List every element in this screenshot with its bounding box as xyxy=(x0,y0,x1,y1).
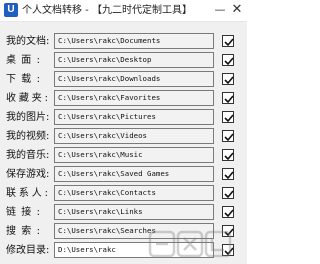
row-label: 我的文档: xyxy=(6,36,50,47)
row-change-directory: 修改目录: D:\Users\rakc xyxy=(0,242,247,259)
include-checkbox[interactable] xyxy=(222,73,234,85)
include-checkbox[interactable] xyxy=(222,130,234,142)
row-links: 链接: C:\Users\rakc\Links xyxy=(0,204,247,221)
path-field-searches[interactable]: C:\Users\rakc\Searches xyxy=(54,223,214,239)
path-field-pictures[interactable]: C:\Users\rakc\Pictures xyxy=(54,109,214,125)
include-checkbox[interactable] xyxy=(222,92,234,104)
window-title: 个人文档转移 - 【九二时代定制工具】 xyxy=(22,5,192,16)
row-music: 我的音乐: C:\Users\rakc\Music xyxy=(0,147,247,164)
row-documents: 我的文档: C:\Users\rakc\Documents xyxy=(0,33,247,50)
include-checkbox[interactable] xyxy=(222,149,234,161)
row-label: 链接: xyxy=(6,207,40,218)
row-label: 桌面: xyxy=(6,55,40,66)
row-label: 我的音乐: xyxy=(6,150,50,161)
row-favorites: 收藏夹: C:\Users\rakc\Favorites xyxy=(0,90,247,107)
app-icon: U xyxy=(4,3,18,17)
path-field-downloads[interactable]: C:\Users\rakc\Downloads xyxy=(54,71,214,87)
include-checkbox[interactable] xyxy=(222,244,234,256)
include-checkbox[interactable] xyxy=(222,225,234,237)
row-contacts: 联系人: C:\Users\rakc\Contacts xyxy=(0,185,247,202)
path-field-videos[interactable]: C:\Users\rakc\Videos xyxy=(54,128,214,144)
title-bar: U 个人文档转移 - 【九二时代定制工具】 — ✕ xyxy=(0,0,247,22)
target-directory-input[interactable]: D:\Users\rakc xyxy=(54,242,214,258)
folder-list: 我的文档: C:\Users\rakc\Documents 桌面: C:\Use… xyxy=(0,22,247,264)
row-desktop: 桌面: C:\Users\rakc\Desktop xyxy=(0,52,247,69)
include-checkbox[interactable] xyxy=(222,187,234,199)
row-pictures: 我的图片: C:\Users\rakc\Pictures xyxy=(0,109,247,126)
include-checkbox[interactable] xyxy=(222,168,234,180)
minimize-button[interactable]: — xyxy=(212,2,228,18)
path-field-contacts[interactable]: C:\Users\rakc\Contacts xyxy=(54,185,214,201)
row-label: 我的视频: xyxy=(6,131,50,142)
row-label: 我的图片: xyxy=(6,112,50,123)
row-videos: 我的视频: C:\Users\rakc\Videos xyxy=(0,128,247,145)
row-searches: 搜索: C:\Users\rakc\Searches xyxy=(0,223,247,240)
path-field-desktop[interactable]: C:\Users\rakc\Desktop xyxy=(54,52,214,68)
row-label: 修改目录: xyxy=(6,245,50,256)
row-label: 保存游戏: xyxy=(6,169,50,180)
close-button[interactable]: ✕ xyxy=(229,2,245,18)
row-saved-games: 保存游戏: C:\Users\rakc\Saved Games xyxy=(0,166,247,183)
path-field-documents[interactable]: C:\Users\rakc\Documents xyxy=(54,33,214,49)
path-field-favorites[interactable]: C:\Users\rakc\Favorites xyxy=(54,90,214,106)
row-label: 下载: xyxy=(6,74,40,85)
path-field-music[interactable]: C:\Users\rakc\Music xyxy=(54,147,214,163)
include-checkbox[interactable] xyxy=(222,54,234,66)
path-field-saved-games[interactable]: C:\Users\rakc\Saved Games xyxy=(54,166,214,182)
path-field-links[interactable]: C:\Users\rakc\Links xyxy=(54,204,214,220)
row-label: 收藏夹: xyxy=(6,93,48,104)
row-label: 联系人: xyxy=(6,188,48,199)
include-checkbox[interactable] xyxy=(222,206,234,218)
include-checkbox[interactable] xyxy=(222,35,234,47)
row-label: 搜索: xyxy=(6,226,40,237)
include-checkbox[interactable] xyxy=(222,111,234,123)
row-downloads: 下载: C:\Users\rakc\Downloads xyxy=(0,71,247,88)
